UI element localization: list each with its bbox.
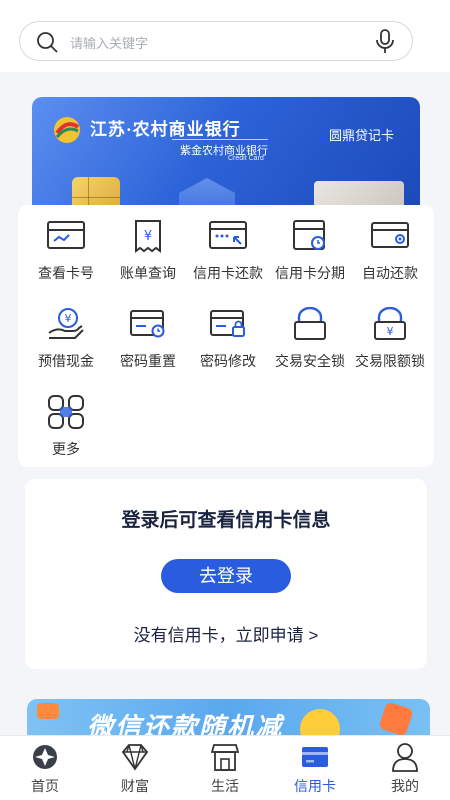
svg-text:¥: ¥ — [144, 229, 152, 244]
promo-tag — [37, 703, 59, 719]
menu-item-label: 交易限额锁 — [355, 353, 425, 369]
login-card: 登录后可查看信用卡信息 去登录 没有信用卡，立即申请 > — [25, 479, 427, 669]
tab-home[interactable]: 首页 — [0, 736, 90, 800]
menu-item-bill-query[interactable]: ¥ 账单查询 — [106, 207, 190, 287]
menu-item-card-repay[interactable]: 信用卡还款 — [186, 207, 270, 287]
menu-item-label: 密码修改 — [200, 353, 256, 369]
tab-wealth[interactable]: 财富 — [90, 736, 180, 800]
credit-card-banner[interactable]: 江苏·农村商业银行 紫金农村商业银行 Credit Card 圆鼎贷记卡 — [32, 97, 420, 222]
login-button[interactable]: 去登录 — [161, 559, 291, 593]
tab-credit-card[interactable]: 信用卡 — [270, 736, 360, 800]
menu-item-more[interactable]: 更多 — [24, 383, 108, 463]
menu-item-label: 信用卡还款 — [193, 265, 263, 281]
limit-lock-icon: ¥ — [374, 307, 406, 340]
more-icon — [48, 395, 84, 429]
bank-logo-icon — [54, 117, 80, 143]
badge-illustration — [378, 701, 414, 737]
password-reset-icon — [130, 310, 165, 338]
bank-name: 江苏·农村商业银行 — [90, 120, 241, 139]
tab-label: 首页 — [31, 778, 59, 794]
card-type: 圆鼎贷记卡 — [328, 128, 394, 143]
security-lock-icon — [294, 307, 326, 340]
menu-item-card-installment[interactable]: 信用卡分期 — [268, 207, 352, 287]
cash-advance-icon: ¥ — [48, 308, 84, 339]
tab-mine[interactable]: 我的 — [360, 736, 450, 800]
microphone-icon[interactable] — [374, 29, 396, 55]
credit-card-label: Credit Card — [228, 155, 264, 162]
bottom-tab-bar: 首页 财富 生活 信用卡 我的 — [0, 735, 450, 800]
menu-item-label: 信用卡分期 — [275, 265, 345, 281]
menu-item-label: 更多 — [52, 441, 80, 457]
menu-item-cash-advance[interactable]: ¥ 预借现金 — [24, 295, 108, 375]
menu-item-limit-lock[interactable]: ¥ 交易限额锁 — [348, 295, 432, 375]
bill-icon: ¥ — [135, 220, 161, 253]
card-installment-icon — [293, 220, 325, 250]
menu-item-label: 查看卡号 — [38, 265, 94, 281]
menu-item-auto-repay[interactable]: 自动还款 — [348, 207, 432, 287]
user-icon — [392, 743, 418, 772]
search-icon — [37, 32, 58, 53]
tab-label: 生活 — [211, 778, 239, 794]
search-input[interactable]: 请输入关键字 — [19, 21, 413, 61]
menu-item-label: 预借现金 — [38, 353, 94, 369]
menu-item-label: 交易安全锁 — [275, 353, 345, 369]
top-bar: 请输入关键字 — [0, 0, 450, 72]
tab-label: 信用卡 — [294, 778, 336, 794]
search-placeholder: 请输入关键字 — [70, 36, 149, 51]
card-repay-icon — [209, 221, 247, 249]
card-view-icon — [47, 221, 85, 249]
function-menu: 查看卡号 ¥ 账单查询 信用卡还款 信用卡分期 自动还款 ¥ 预借现金 密码重置… — [18, 205, 434, 467]
menu-item-password-reset[interactable]: 密码重置 — [106, 295, 190, 375]
menu-item-password-change[interactable]: 密码修改 — [186, 295, 270, 375]
tab-label: 财富 — [121, 778, 149, 794]
shop-icon — [211, 744, 239, 771]
apply-card-link[interactable]: 没有信用卡，立即申请 > — [25, 621, 427, 646]
auto-repay-icon — [371, 222, 409, 248]
menu-item-label: 密码重置 — [120, 353, 176, 369]
menu-item-security-lock[interactable]: 交易安全锁 — [268, 295, 352, 375]
menu-item-label: 自动还款 — [362, 265, 418, 281]
tab-life[interactable]: 生活 — [180, 736, 270, 800]
menu-item-view-card-number[interactable]: 查看卡号 — [24, 207, 108, 287]
svg-text:¥: ¥ — [387, 325, 394, 338]
credit-card-icon — [302, 747, 328, 767]
menu-item-label: 账单查询 — [120, 265, 176, 281]
svg-text:¥: ¥ — [65, 312, 72, 325]
tab-label: 我的 — [391, 778, 419, 794]
login-prompt-title: 登录后可查看信用卡信息 — [121, 510, 331, 531]
password-change-icon — [210, 310, 245, 337]
home-icon — [33, 745, 57, 769]
diamond-icon — [121, 744, 149, 771]
